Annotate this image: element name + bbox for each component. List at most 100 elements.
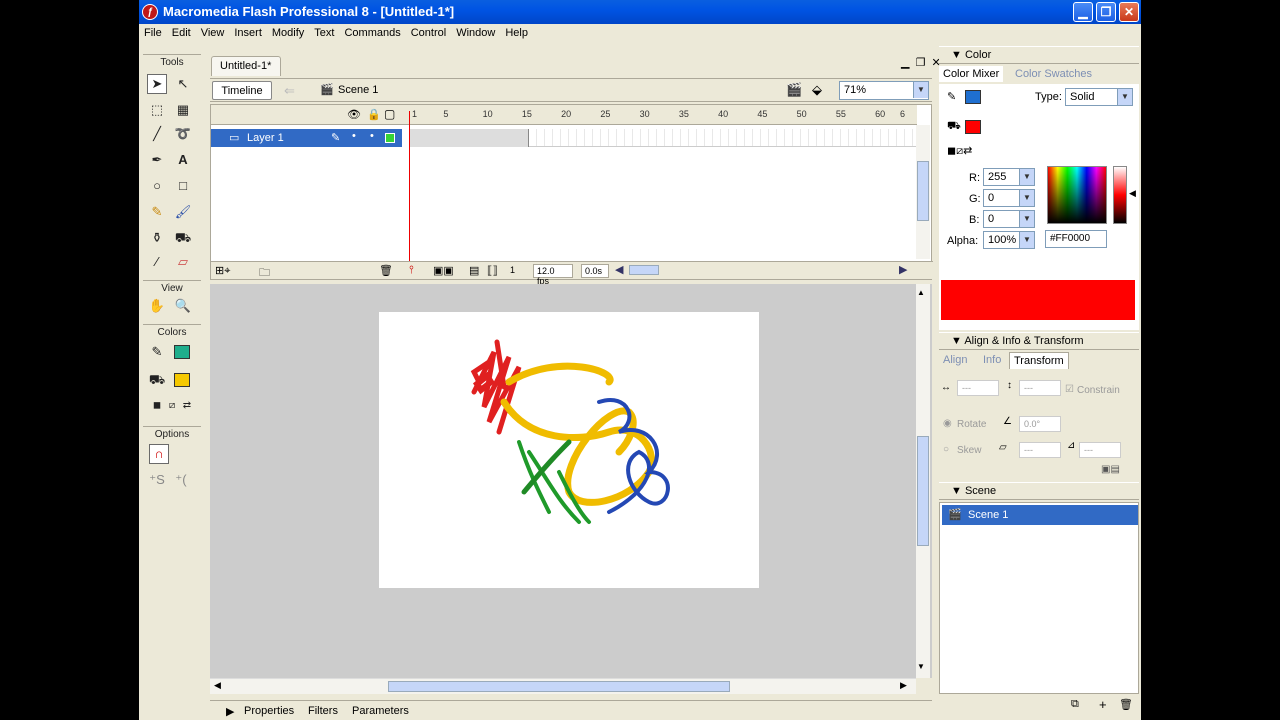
fill-color-swatch[interactable] xyxy=(174,373,190,387)
menu-modify[interactable]: Modify xyxy=(267,24,309,39)
lasso-tool-icon[interactable]: ➰ xyxy=(173,124,193,144)
visibility-dot[interactable]: • xyxy=(352,130,356,142)
color-panel-header[interactable]: ▼ Color xyxy=(939,46,1139,64)
width-input[interactable]: --- xyxy=(957,380,999,396)
scene-list-item[interactable]: 🎬 Scene 1 xyxy=(942,505,1138,525)
delete-scene-icon[interactable]: 🗑 xyxy=(1119,698,1133,711)
skew-radio[interactable]: ○ xyxy=(943,444,949,455)
tab-color-swatches[interactable]: Color Swatches xyxy=(1011,66,1096,82)
color-spectrum-picker[interactable] xyxy=(1047,166,1107,224)
scroll-down-icon[interactable]: ▼ xyxy=(917,662,925,671)
menu-text[interactable]: Text xyxy=(309,24,339,39)
add-scene-icon[interactable]: + xyxy=(1099,697,1107,712)
text-tool-icon[interactable]: A xyxy=(173,150,193,170)
back-arrow-icon[interactable]: ⇐ xyxy=(284,83,295,99)
paint-bucket-tool-icon[interactable]: ⛟ xyxy=(173,228,193,248)
duplicate-scene-icon[interactable]: ⧉ xyxy=(1071,698,1079,711)
close-button[interactable]: ✕ xyxy=(1119,2,1139,22)
playhead[interactable] xyxy=(409,111,410,261)
restore-button[interactable]: ❐ xyxy=(1096,2,1116,22)
stage-canvas[interactable] xyxy=(379,312,759,588)
align-panel-header[interactable]: ▼ Align & Info & Transform xyxy=(939,332,1139,350)
type-select[interactable]: Solid ▼ xyxy=(1065,88,1133,106)
edit-scene-icon[interactable]: 🎬 xyxy=(786,82,802,98)
alpha-input[interactable]: 100% ▼ xyxy=(983,231,1035,249)
blue-input[interactable]: 0 ▼ xyxy=(983,210,1035,228)
snap-to-objects-icon[interactable]: ∩ xyxy=(149,444,169,464)
scene-panel-header[interactable]: ▼ Scene xyxy=(939,482,1139,500)
hand-tool-icon[interactable]: ✋ xyxy=(147,296,167,316)
menu-edit[interactable]: Edit xyxy=(167,24,196,39)
onion-skin-icon[interactable]: ▣▣ xyxy=(433,264,454,277)
stage-hscroll-thumb[interactable] xyxy=(388,681,730,692)
subselection-tool-icon[interactable]: ↖ xyxy=(173,74,193,94)
copy-apply-transform-icon[interactable]: ▣▤ xyxy=(1101,464,1120,475)
menu-commands[interactable]: Commands xyxy=(339,24,405,39)
height-input[interactable]: --- xyxy=(1019,380,1061,396)
tab-properties[interactable]: Properties xyxy=(244,705,294,717)
document-tab[interactable]: Untitled-1* xyxy=(211,56,281,76)
frame-cells[interactable] xyxy=(409,129,917,147)
tab-parameters[interactable]: Parameters xyxy=(352,705,409,717)
menu-view[interactable]: View xyxy=(196,24,230,39)
color-mode-icons[interactable]: ◼⧄⇄ xyxy=(947,144,972,158)
drawing-artwork[interactable] xyxy=(379,312,759,588)
edit-symbols-icon[interactable]: ⬙ xyxy=(812,82,822,98)
menu-insert[interactable]: Insert xyxy=(229,24,267,39)
stage-hscroll[interactable]: ◀ ▶ xyxy=(210,678,916,694)
stage-vscroll-thumb[interactable] xyxy=(917,436,929,546)
tab-color-mixer[interactable]: Color Mixer xyxy=(939,66,1004,82)
lock-dot[interactable]: • xyxy=(370,130,374,142)
tab-info[interactable]: Info xyxy=(979,352,1005,368)
zoom-select[interactable]: 71% ▼ xyxy=(839,81,929,100)
add-folder-icon[interactable]: 🗀 xyxy=(259,264,270,283)
outline-color-box[interactable] xyxy=(385,133,395,143)
red-input[interactable]: 255 ▼ xyxy=(983,168,1035,186)
skew-v-input[interactable]: --- xyxy=(1079,442,1121,458)
rotate-radio[interactable]: ◉ xyxy=(943,418,952,429)
eraser-tool-icon[interactable]: ▱ xyxy=(173,252,193,272)
timeline-vscroll[interactable] xyxy=(916,125,930,259)
scroll-right-icon[interactable]: ▶ xyxy=(899,263,907,276)
oval-tool-icon[interactable]: ○ xyxy=(147,176,167,196)
frame-ruler[interactable]: 1 5 10 15 20 25 30 35 40 45 50 55 60 6 xyxy=(402,105,917,125)
constrain-checkbox[interactable]: ☑ xyxy=(1065,384,1074,395)
menu-control[interactable]: Control xyxy=(406,24,451,39)
center-frame-icon[interactable]: ⫯ xyxy=(409,264,414,277)
scroll-up-icon[interactable]: ▲ xyxy=(917,288,925,297)
ink-bottle-tool-icon[interactable]: ⚱ xyxy=(147,228,167,248)
brightness-slider[interactable] xyxy=(1113,166,1127,224)
brush-tool-icon[interactable]: 🖌 xyxy=(173,202,193,222)
stage-vscroll[interactable]: ▲ ▼ xyxy=(916,284,930,678)
fill-transform-tool-icon[interactable]: ▦ xyxy=(173,100,193,120)
eye-icon[interactable]: 👁 xyxy=(347,108,361,121)
menu-help[interactable]: Help xyxy=(500,24,533,39)
timeline-vscroll-thumb[interactable] xyxy=(917,161,929,221)
slider-arrow-icon[interactable]: ◀ xyxy=(1129,188,1136,199)
line-tool-icon[interactable]: ╱ xyxy=(147,124,167,144)
rectangle-tool-icon[interactable]: □ xyxy=(173,176,193,196)
minimize-button[interactable]: ▁ xyxy=(1073,2,1093,22)
expand-arrow-icon[interactable]: ▶ xyxy=(226,705,234,718)
mixer-stroke-swatch[interactable] xyxy=(965,90,981,104)
smooth-icon[interactable]: ⁺S xyxy=(147,470,167,490)
menu-file[interactable]: File xyxy=(139,24,167,39)
layer-row[interactable]: ▭ Layer 1 ✎ • • xyxy=(211,129,402,147)
scroll-right-icon[interactable]: ▶ xyxy=(900,680,907,691)
pencil-tool-icon[interactable]: ✎ xyxy=(147,202,167,222)
outline-icon[interactable]: ▢ xyxy=(384,107,395,121)
mixer-fill-swatch[interactable] xyxy=(965,120,981,134)
skew-h-input[interactable]: --- xyxy=(1019,442,1061,458)
trash-icon[interactable]: 🗑 xyxy=(379,264,393,277)
zoom-tool-icon[interactable]: 🔍 xyxy=(173,296,193,316)
swap-colors-icon[interactable]: ⇄ xyxy=(177,396,197,416)
keyframe-span[interactable] xyxy=(409,129,529,147)
scroll-left-icon[interactable]: ◀ xyxy=(214,680,221,691)
hex-input[interactable]: #FF0000 xyxy=(1045,230,1107,248)
tab-align[interactable]: Align xyxy=(939,352,971,368)
timeline-button[interactable]: Timeline xyxy=(212,81,272,100)
modify-markers-icon[interactable]: ⟦⟧ xyxy=(487,264,498,277)
free-transform-tool-icon[interactable]: ⬚ xyxy=(147,100,167,120)
eyedropper-tool-icon[interactable]: ⁄ xyxy=(147,252,167,272)
stroke-color-swatch[interactable] xyxy=(174,345,190,359)
